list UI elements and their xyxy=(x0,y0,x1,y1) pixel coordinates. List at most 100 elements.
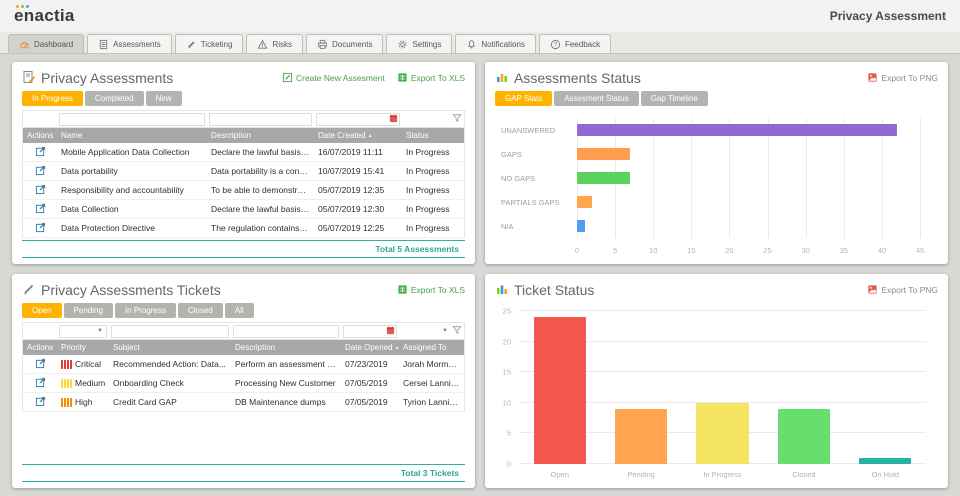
tab-ticketing[interactable]: Ticketing xyxy=(174,34,244,53)
notifications-bell-icon xyxy=(466,39,477,50)
cell-priority: Critical xyxy=(75,359,101,369)
assessment-row: Data portability Data portability is a c… xyxy=(23,162,464,181)
tab-risks[interactable]: Risks xyxy=(246,34,303,53)
bar-gaps xyxy=(577,148,631,160)
open-ticket-icon[interactable] xyxy=(35,396,46,409)
tab-label: Notifications xyxy=(481,39,525,49)
open-assessment-icon[interactable] xyxy=(35,146,46,159)
col-description[interactable]: Description xyxy=(231,343,341,352)
col-description[interactable]: Description xyxy=(207,131,314,140)
sort-indicator-icon: ▲ xyxy=(367,132,373,139)
category-label: GAPS xyxy=(501,149,522,159)
tab-settings[interactable]: Settings xyxy=(386,34,453,53)
open-ticket-icon[interactable] xyxy=(35,358,46,371)
open-assessment-icon[interactable] xyxy=(35,184,46,197)
col-subject[interactable]: Subject xyxy=(109,343,231,352)
export-tickets-xls-link[interactable]: Export To XLS xyxy=(397,284,465,297)
tickets-tab-closed[interactable]: Closed xyxy=(177,303,223,318)
panel-ticket-status: Ticket Status Export To PNG 0 5 10 15 20 25 O… xyxy=(485,274,948,488)
ticket-status-chart: 0 5 10 15 20 25 Open Pending In Progress Closed O… xyxy=(497,307,930,480)
bar-unanswered xyxy=(577,124,898,136)
assessments-table-header: Actions Name Description Date Created ▲ S… xyxy=(23,128,464,143)
tab-label: Assessments xyxy=(113,39,161,49)
cell-status: In Progress xyxy=(406,204,450,214)
cell-description: Processing New Customer xyxy=(235,378,336,388)
tab-gap-timeline[interactable]: Gap Timeline xyxy=(640,91,708,106)
export-png-link[interactable]: Export To PNG xyxy=(867,72,938,85)
cell-assigned: Jorah Mormont xyxy=(403,359,461,369)
ticket-description-filter-input[interactable] xyxy=(233,324,339,338)
col-actions[interactable]: Actions xyxy=(23,131,57,140)
col-actions[interactable]: Actions xyxy=(23,343,57,352)
calendar-icon[interactable] xyxy=(386,322,395,340)
col-assigned-to[interactable]: Assigned To xyxy=(399,343,464,352)
open-assessment-icon[interactable] xyxy=(35,222,46,235)
col-date-created[interactable]: Date Created ▲ xyxy=(314,131,402,140)
logo[interactable]: enactia xyxy=(14,5,75,26)
filter-funnel-icon[interactable] xyxy=(452,322,462,340)
x-tick-label: 20 xyxy=(725,246,734,255)
category-label: Closed xyxy=(792,470,816,479)
assessments-total: Total 5 Assessments xyxy=(22,240,465,258)
name-filter-input[interactable] xyxy=(59,112,205,126)
open-assessment-icon[interactable] xyxy=(35,203,46,216)
xls-file-icon xyxy=(397,284,408,297)
create-new-assessment-link[interactable]: Create New Assesment xyxy=(282,72,385,85)
tab-label: Dashboard xyxy=(34,39,74,49)
cell-date: 07/23/2019 xyxy=(345,359,388,369)
dropdown-caret-icon[interactable]: ▼ xyxy=(440,328,450,334)
filter-funnel-icon[interactable] xyxy=(452,110,462,128)
y-tick-label: 5 xyxy=(506,428,511,438)
tab-notifications[interactable]: Notifications xyxy=(455,34,536,53)
priority-filter-select[interactable]: ▼ xyxy=(59,324,107,338)
tab-gap-stats[interactable]: GAP Stats xyxy=(495,91,553,106)
priority-bars-icon xyxy=(61,378,72,388)
export-ticket-png-link[interactable]: Export To PNG xyxy=(867,284,938,297)
cell-date: 07/05/2019 xyxy=(345,378,388,388)
tab-assessments[interactable]: Assessments xyxy=(87,34,172,53)
cell-status: In Progress xyxy=(406,185,450,195)
tab-label: Documents xyxy=(332,39,373,49)
cell-date: 16/07/2019 11:11 xyxy=(318,147,383,157)
subject-filter-input[interactable] xyxy=(111,324,229,338)
open-ticket-icon[interactable] xyxy=(35,377,46,390)
ticket-row: High Credit Card GAP DB Maintenance dump… xyxy=(23,393,464,412)
assessments-tab-in-progress[interactable]: In Progress xyxy=(22,91,83,106)
tab-feedback[interactable]: ? Feedback xyxy=(538,34,612,53)
col-date-opened[interactable]: Date Opened▲ xyxy=(341,343,399,352)
date-created-filter-input[interactable] xyxy=(316,110,400,128)
tickets-filter-row: ▼ ▼ xyxy=(23,323,464,340)
tickets-tab-pending[interactable]: Pending xyxy=(63,303,113,318)
cell-date: 05/07/2019 12:30 xyxy=(318,204,385,214)
date-opened-filter-input[interactable] xyxy=(343,322,397,340)
col-status[interactable]: Status xyxy=(402,131,464,140)
tickets-tab-all[interactable]: All xyxy=(224,303,254,318)
description-filter-input[interactable] xyxy=(209,112,312,126)
category-label: On Hold xyxy=(871,470,900,479)
panel-assessments-status: Assessments Status Export To PNG GAP Sta… xyxy=(485,62,948,264)
col-name[interactable]: Name xyxy=(57,131,207,140)
logo-text: enactia xyxy=(14,6,75,25)
cell-date: 05/07/2019 12:35 xyxy=(318,185,385,195)
tickets-tab-open[interactable]: Open xyxy=(22,303,62,318)
tab-assessment-status[interactable]: Assesment Status xyxy=(554,91,639,106)
calendar-icon[interactable] xyxy=(389,110,398,128)
tab-documents[interactable]: Documents xyxy=(306,34,384,53)
category-label: NO GAPS xyxy=(501,173,536,183)
export-xls-link[interactable]: Export To XLS xyxy=(397,72,465,85)
panel-title-ticket-status: Ticket Status xyxy=(495,282,594,299)
assessments-tab-new[interactable]: New xyxy=(145,91,182,106)
dashboard-grid: Privacy Assessments Create New Assesment… xyxy=(0,54,960,496)
logo-dots-icon xyxy=(16,5,29,8)
cell-description: Declare the lawful basis and purpose ... xyxy=(211,147,314,157)
bar-partials-gaps xyxy=(577,196,593,208)
tickets-tab-in-progress[interactable]: In Progress xyxy=(114,303,176,318)
assessments-filter-row xyxy=(23,111,464,128)
priority-bars-icon xyxy=(61,359,72,369)
panel-title-tickets: Privacy Assessments Tickets xyxy=(22,282,221,299)
col-priority[interactable]: Priority xyxy=(57,343,109,352)
assessments-tab-completed[interactable]: Completed xyxy=(84,91,144,106)
page-title: Privacy Assessment xyxy=(829,9,946,23)
tab-dashboard[interactable]: Dashboard xyxy=(8,34,85,53)
open-assessment-icon[interactable] xyxy=(35,165,46,178)
